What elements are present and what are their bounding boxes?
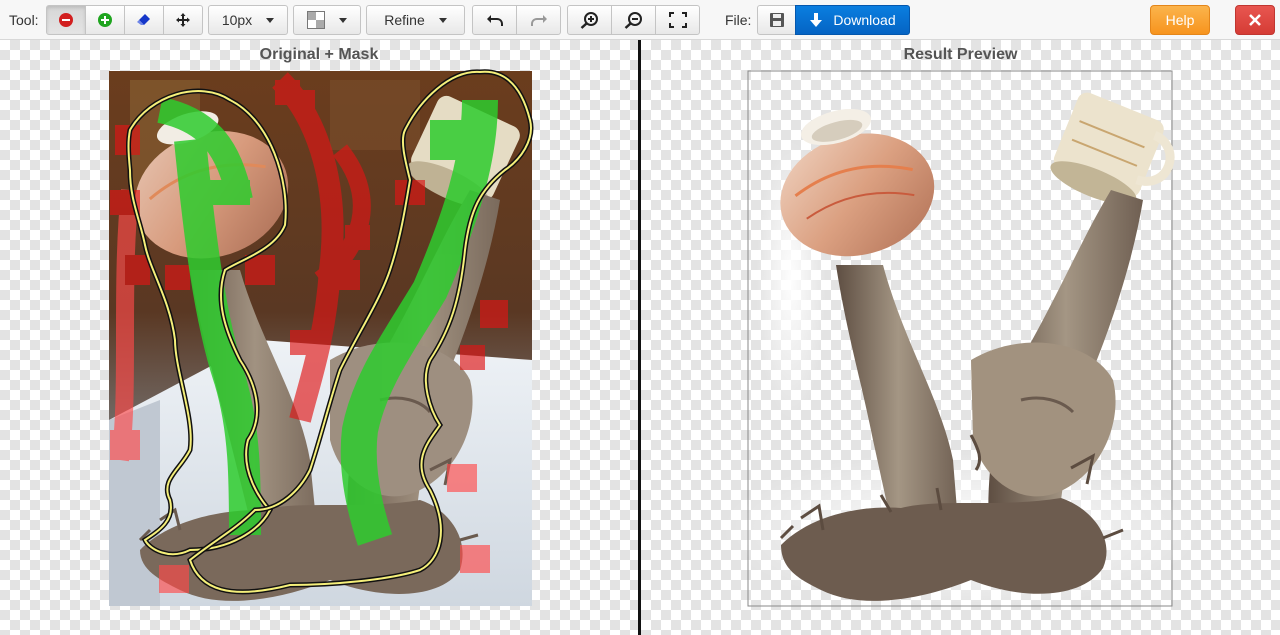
fullscreen-button[interactable] [655,5,700,35]
tool-label: Tool: [9,12,39,28]
result-preview-panel: Result Preview [641,40,1280,635]
original-mask-panel: Original + Mask [0,40,638,635]
background-dropdown[interactable] [293,5,361,35]
save-button[interactable] [757,5,796,35]
brush-size-value: 10px [221,12,253,28]
undo-button[interactable] [472,5,517,35]
plus-circle-icon [98,13,112,27]
redo-button[interactable] [516,5,561,35]
zoom-out-icon [624,12,642,29]
close-icon [1249,14,1261,26]
chevron-down-icon [266,17,275,23]
mask-canvas[interactable] [0,40,638,635]
zoom-out-button[interactable] [611,5,656,35]
zoom-in-button[interactable] [567,5,612,35]
result-cutout [721,92,1201,610]
file-label: File: [725,12,752,28]
zoom-in-icon [580,12,598,29]
move-icon [176,13,190,27]
help-label: Help [1165,12,1195,28]
help-button[interactable]: Help [1150,5,1210,35]
download-button[interactable]: Download [795,5,910,35]
minus-circle-icon [59,13,73,27]
refine-label: Refine [384,12,425,28]
close-button[interactable] [1235,5,1275,35]
eraser-icon [137,14,150,25]
eraser-tool-button[interactable] [124,5,164,35]
keep-tool-button[interactable] [85,5,125,35]
fullscreen-icon [668,12,687,28]
background-swatch-icon [307,11,325,29]
download-icon [810,13,823,27]
undo-icon [486,15,503,26]
remove-tool-button[interactable] [46,5,86,35]
save-icon [769,13,784,27]
chevron-down-icon [339,17,347,23]
download-label: Download [833,12,896,28]
toolbar: Tool: 10px Refine File: Download Help [0,0,1280,40]
result-canvas [721,70,1201,610]
move-tool-button[interactable] [163,5,203,35]
chevron-down-icon [438,17,447,23]
brush-size-dropdown[interactable]: 10px [208,5,288,35]
redo-icon [530,15,547,26]
refine-dropdown[interactable]: Refine [366,5,465,35]
